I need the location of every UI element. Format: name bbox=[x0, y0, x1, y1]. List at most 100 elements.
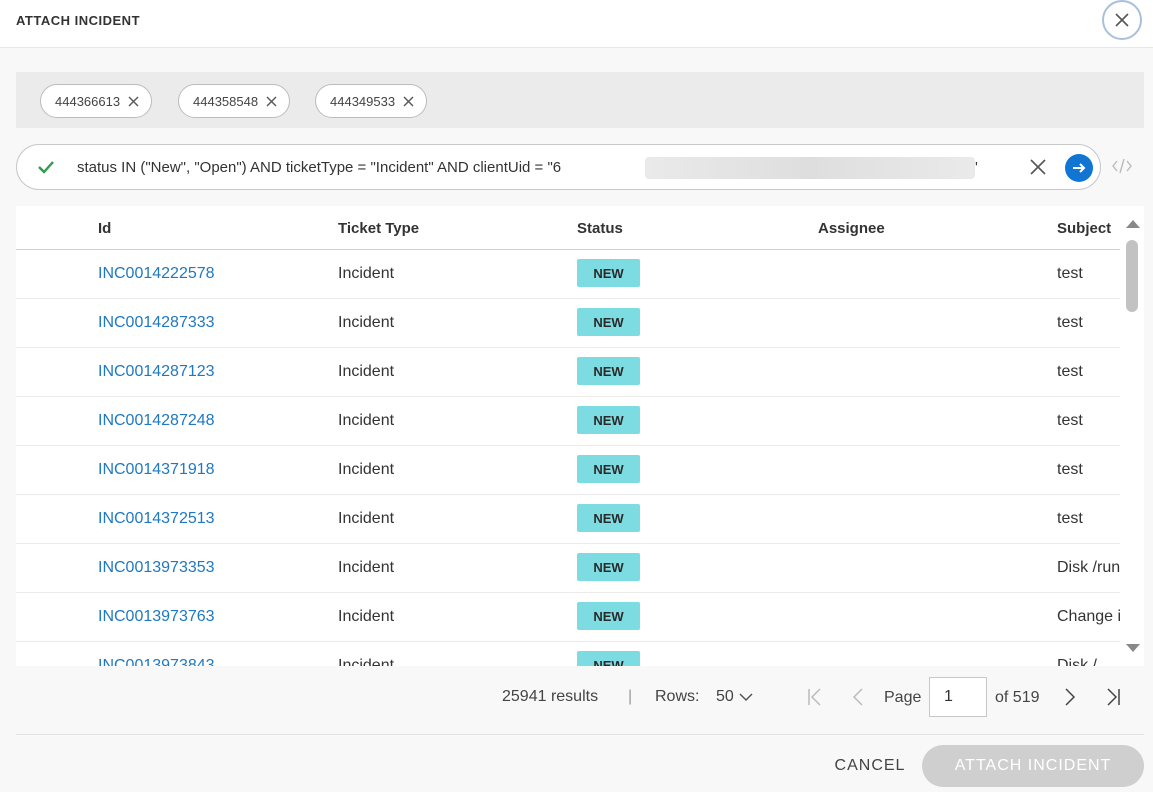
incident-id-link[interactable]: INC0014372513 bbox=[98, 510, 215, 528]
footer-divider bbox=[16, 734, 1144, 735]
query-suffix: ' bbox=[975, 159, 978, 176]
results-table: Id Ticket Type Status Assignee Subject I… bbox=[16, 206, 1144, 666]
status-badge: NEW bbox=[577, 259, 640, 287]
incident-id-link[interactable]: INC0013973353 bbox=[98, 559, 215, 577]
table-row[interactable]: INC0013973763 Incident NEW Change i bbox=[16, 593, 1120, 642]
ticket-type-cell: Incident bbox=[338, 412, 395, 429]
incident-id-link[interactable]: INC0014371918 bbox=[98, 461, 215, 479]
chip: 444349533 bbox=[315, 84, 428, 118]
clear-query-button[interactable] bbox=[1029, 158, 1047, 181]
rows-per-page-select[interactable]: 50 bbox=[716, 688, 753, 706]
incident-id-link[interactable]: INC0014287333 bbox=[98, 314, 215, 332]
scroll-down-button[interactable] bbox=[1126, 644, 1140, 652]
incident-id-link[interactable]: INC0014287123 bbox=[98, 363, 215, 381]
chip-remove-button[interactable] bbox=[403, 96, 414, 107]
status-badge: NEW bbox=[577, 357, 640, 385]
dialog-header: ATTACH INCIDENT bbox=[0, 0, 1153, 48]
x-icon bbox=[266, 96, 277, 106]
ticket-type-cell: Incident bbox=[338, 314, 395, 331]
chevron-right-icon bbox=[1065, 688, 1076, 706]
incident-id-link[interactable]: INC0013973763 bbox=[98, 608, 215, 626]
status-badge: NEW bbox=[577, 455, 640, 483]
code-icon bbox=[1112, 158, 1132, 174]
query-input[interactable]: status IN ("New", "Open") AND ticketType… bbox=[16, 144, 1101, 190]
status-badge: NEW bbox=[577, 504, 640, 532]
x-icon bbox=[403, 96, 414, 106]
attach-incident-button[interactable]: ATTACH INCIDENT bbox=[922, 745, 1144, 787]
chip: 444358548 bbox=[178, 84, 291, 118]
ticket-type-cell: Incident bbox=[338, 559, 395, 576]
status-badge: NEW bbox=[577, 406, 640, 434]
chip-remove-button[interactable] bbox=[266, 96, 277, 107]
last-page-button[interactable] bbox=[1104, 687, 1122, 712]
chip-remove-button[interactable] bbox=[128, 96, 139, 107]
submit-query-button[interactable] bbox=[1065, 154, 1093, 182]
status-badge: NEW bbox=[577, 308, 640, 336]
chip-label: 444349533 bbox=[330, 93, 396, 109]
vertical-scrollbar[interactable] bbox=[1120, 206, 1144, 666]
page-label: Page bbox=[884, 689, 922, 706]
table-row[interactable]: INC0014371918 Incident NEW test bbox=[16, 446, 1120, 495]
rows-per-page-value: 50 bbox=[716, 688, 734, 705]
status-badge: NEW bbox=[577, 602, 640, 630]
column-header-ticket-type[interactable]: Ticket Type bbox=[338, 220, 419, 237]
page-number-input[interactable] bbox=[929, 677, 987, 717]
subject-cell: test bbox=[1057, 510, 1083, 527]
selected-chips: 444366613 444358548 444349533 bbox=[16, 72, 1144, 128]
column-header-subject[interactable]: Subject bbox=[1057, 220, 1111, 237]
ticket-type-cell: Incident bbox=[338, 510, 395, 527]
close-button[interactable] bbox=[1102, 0, 1142, 40]
chip-label: 444366613 bbox=[55, 93, 121, 109]
cancel-button[interactable]: CANCEL bbox=[824, 748, 916, 784]
chip-label: 444358548 bbox=[193, 93, 259, 109]
query-text[interactable]: status IN ("New", "Open") AND ticketType… bbox=[77, 159, 561, 176]
subject-cell: Disk /run bbox=[1057, 559, 1120, 576]
ticket-type-cell: Incident bbox=[338, 608, 395, 625]
table-row[interactable]: INC0014287248 Incident NEW test bbox=[16, 397, 1120, 446]
code-view-button[interactable] bbox=[1111, 157, 1133, 180]
column-header-status[interactable]: Status bbox=[577, 220, 623, 237]
incident-id-link[interactable]: INC0014287248 bbox=[98, 412, 215, 430]
subject-cell: test bbox=[1057, 314, 1083, 331]
first-page-icon bbox=[808, 688, 821, 706]
dialog-body: 444366613 444358548 444349533 status IN … bbox=[0, 48, 1153, 792]
table-row[interactable]: INC0013973353 Incident NEW Disk /run bbox=[16, 544, 1120, 593]
page-count: of 519 bbox=[995, 689, 1040, 706]
chip: 444366613 bbox=[40, 84, 153, 118]
subject-cell: Change i bbox=[1057, 608, 1120, 625]
last-page-icon bbox=[1107, 688, 1120, 706]
redacted-value bbox=[645, 157, 975, 179]
dialog-title: ATTACH INCIDENT bbox=[16, 13, 141, 28]
chevron-down-icon bbox=[739, 693, 753, 702]
pagination-separator: | bbox=[628, 688, 633, 705]
table-row[interactable]: INC0013973843 Incident NEW Disk / bbox=[16, 642, 1120, 666]
incident-id-link[interactable]: INC0013973843 bbox=[98, 657, 215, 666]
arrow-right-icon bbox=[1073, 163, 1086, 173]
check-icon bbox=[38, 161, 54, 174]
table-header: Id Ticket Type Status Assignee Subject bbox=[16, 206, 1120, 250]
status-badge: NEW bbox=[577, 553, 640, 581]
table-row[interactable]: INC0014372513 Incident NEW test bbox=[16, 495, 1120, 544]
subject-cell: test bbox=[1057, 265, 1083, 282]
rows-label: Rows: bbox=[655, 688, 700, 705]
table-row[interactable]: INC0014287333 Incident NEW test bbox=[16, 299, 1120, 348]
previous-page-button[interactable] bbox=[850, 687, 866, 712]
column-header-id[interactable]: Id bbox=[98, 220, 111, 237]
status-badge: NEW bbox=[577, 651, 640, 666]
incident-id-link[interactable]: INC0014222578 bbox=[98, 265, 215, 283]
table-row[interactable]: INC0014222578 Incident NEW test bbox=[16, 250, 1120, 299]
pagination: 25941 results | Rows: 50 Page of 519 bbox=[0, 674, 1153, 722]
scroll-up-button[interactable] bbox=[1126, 220, 1140, 228]
ticket-type-cell: Incident bbox=[338, 657, 395, 666]
subject-cell: test bbox=[1057, 461, 1083, 478]
ticket-type-cell: Incident bbox=[338, 461, 395, 478]
subject-cell: Disk / bbox=[1057, 657, 1097, 666]
ticket-type-cell: Incident bbox=[338, 363, 395, 380]
next-page-button[interactable] bbox=[1062, 687, 1078, 712]
close-icon bbox=[1115, 13, 1129, 27]
scroll-thumb[interactable] bbox=[1126, 240, 1138, 312]
first-page-button[interactable] bbox=[806, 687, 824, 712]
table-row[interactable]: INC0014287123 Incident NEW test bbox=[16, 348, 1120, 397]
results-count: 25941 results bbox=[502, 688, 599, 705]
column-header-assignee[interactable]: Assignee bbox=[818, 220, 885, 237]
